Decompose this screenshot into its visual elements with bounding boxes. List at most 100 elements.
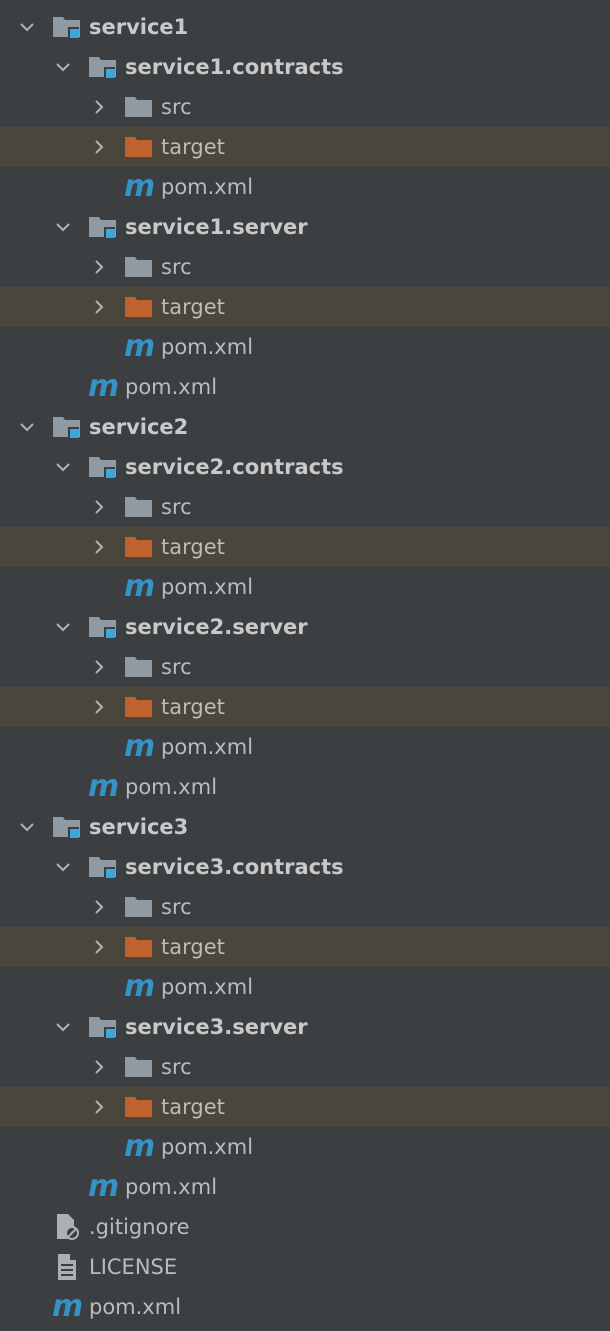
- chevron-down-icon[interactable]: [52, 447, 74, 487]
- tree-item-label: pom.xml: [161, 175, 254, 199]
- chevron-down-icon[interactable]: [52, 1007, 74, 1047]
- tree-row-file[interactable]: m pom.xml: [0, 567, 610, 607]
- tree-row-folder[interactable]: src: [0, 887, 610, 927]
- tree-row-folder[interactable]: src: [0, 247, 610, 287]
- maven-pom-icon: m: [124, 727, 158, 767]
- text-file-icon: [52, 1247, 86, 1287]
- chevron-right-icon[interactable]: [88, 1087, 110, 1127]
- chevron-down-icon[interactable]: [52, 207, 74, 247]
- chevron-down-icon[interactable]: [16, 7, 38, 47]
- tree-item-label: pom.xml: [161, 735, 254, 759]
- maven-pom-icon: m: [124, 327, 158, 367]
- tree-row-module[interactable]: service1.server: [0, 207, 610, 247]
- maven-m-glyph: m: [124, 1129, 155, 1164]
- chevron-down-icon[interactable]: [16, 407, 38, 447]
- maven-m-glyph: m: [124, 569, 155, 604]
- tree-row-folder[interactable]: src: [0, 87, 610, 127]
- tree-item-label: target: [161, 135, 225, 159]
- tree-item-label: service1.server: [125, 215, 308, 239]
- tree-item-label: service1: [89, 15, 189, 39]
- tree-row-module[interactable]: service2.contracts: [0, 447, 610, 487]
- tree-item-label: service2: [89, 415, 189, 439]
- tree-item-label: src: [161, 95, 192, 119]
- tree-item-label: target: [161, 695, 225, 719]
- chevron-down-icon[interactable]: [16, 807, 38, 847]
- chevron-right-icon[interactable]: [88, 527, 110, 567]
- chevron-right-icon[interactable]: [88, 247, 110, 287]
- maven-pom-icon: m: [88, 1167, 122, 1207]
- chevron-right-icon[interactable]: [88, 1047, 110, 1087]
- tree-item-label: src: [161, 1055, 192, 1079]
- tree-row-module[interactable]: service3.server: [0, 1007, 610, 1047]
- tree-row-file[interactable]: m pom.xml: [0, 367, 610, 407]
- tree-row-folder[interactable]: target: [0, 527, 610, 567]
- chevron-right-icon[interactable]: [88, 927, 110, 967]
- tree-item-label: src: [161, 495, 192, 519]
- tree-row-file[interactable]: LICENSE: [0, 1247, 610, 1287]
- tree-row-file[interactable]: .gitignore: [0, 1207, 610, 1247]
- chevron-down-icon[interactable]: [52, 847, 74, 887]
- maven-m-glyph: m: [124, 969, 155, 1004]
- tree-item-label: src: [161, 895, 192, 919]
- tree-row-file[interactable]: m pom.xml: [0, 1287, 610, 1327]
- chevron-right-icon[interactable]: [88, 87, 110, 127]
- folder-icon: [124, 87, 158, 127]
- chevron-down-icon[interactable]: [52, 47, 74, 87]
- maven-pom-icon: m: [88, 367, 122, 407]
- maven-pom-icon: m: [124, 167, 158, 207]
- tree-item-label: pom.xml: [125, 1175, 218, 1199]
- tree-row-module[interactable]: service1: [0, 7, 610, 47]
- tree-row-file[interactable]: m pom.xml: [0, 327, 610, 367]
- maven-m-glyph: m: [124, 329, 155, 364]
- excluded-folder-icon: [124, 1087, 158, 1127]
- tree-row-file[interactable]: m pom.xml: [0, 767, 610, 807]
- chevron-down-icon[interactable]: [52, 607, 74, 647]
- tree-row-file[interactable]: m pom.xml: [0, 727, 610, 767]
- tree-item-label: service1.contracts: [125, 55, 344, 79]
- tree-row-folder[interactable]: target: [0, 927, 610, 967]
- tree-row-folder[interactable]: src: [0, 1047, 610, 1087]
- tree-row-folder[interactable]: target: [0, 127, 610, 167]
- tree-row-folder[interactable]: src: [0, 647, 610, 687]
- tree-row-folder[interactable]: target: [0, 1087, 610, 1127]
- tree-item-label: pom.xml: [125, 375, 218, 399]
- chevron-right-icon[interactable]: [88, 127, 110, 167]
- tree-item-label: service3.server: [125, 1015, 308, 1039]
- tree-row-file[interactable]: m pom.xml: [0, 967, 610, 1007]
- module-folder-icon: [52, 407, 86, 447]
- module-folder-icon: [52, 7, 86, 47]
- tree-item-label: pom.xml: [161, 335, 254, 359]
- folder-icon: [124, 887, 158, 927]
- maven-m-glyph: m: [88, 1169, 119, 1204]
- chevron-right-icon[interactable]: [88, 687, 110, 727]
- chevron-right-icon[interactable]: [88, 487, 110, 527]
- tree-item-label: pom.xml: [161, 1135, 254, 1159]
- tree-row-module[interactable]: service2: [0, 407, 610, 447]
- module-folder-icon: [88, 847, 122, 887]
- tree-row-folder[interactable]: target: [0, 287, 610, 327]
- tree-item-label: service2.contracts: [125, 455, 344, 479]
- tree-row-folder[interactable]: target: [0, 687, 610, 727]
- chevron-right-icon[interactable]: [88, 887, 110, 927]
- chevron-right-icon[interactable]: [88, 287, 110, 327]
- tree-row-file[interactable]: m pom.xml: [0, 1167, 610, 1207]
- tree-row-file[interactable]: m pom.xml: [0, 1127, 610, 1167]
- tree-item-label: service3.contracts: [125, 855, 344, 879]
- tree-item-label: src: [161, 255, 192, 279]
- maven-pom-icon: m: [124, 567, 158, 607]
- tree-row-module[interactable]: service1.contracts: [0, 47, 610, 87]
- tree-row-file[interactable]: m pom.xml: [0, 167, 610, 207]
- chevron-right-icon[interactable]: [88, 647, 110, 687]
- folder-icon: [124, 487, 158, 527]
- tree-row-module[interactable]: service3.contracts: [0, 847, 610, 887]
- folder-icon: [124, 1047, 158, 1087]
- tree-row-module[interactable]: service2.server: [0, 607, 610, 647]
- tree-row-folder[interactable]: src: [0, 487, 610, 527]
- maven-m-glyph: m: [124, 169, 155, 204]
- maven-pom-icon: m: [88, 767, 122, 807]
- tree-row-module[interactable]: service3: [0, 807, 610, 847]
- excluded-folder-icon: [124, 687, 158, 727]
- maven-pom-icon: m: [124, 967, 158, 1007]
- module-folder-icon: [88, 447, 122, 487]
- maven-pom-icon: m: [124, 1127, 158, 1167]
